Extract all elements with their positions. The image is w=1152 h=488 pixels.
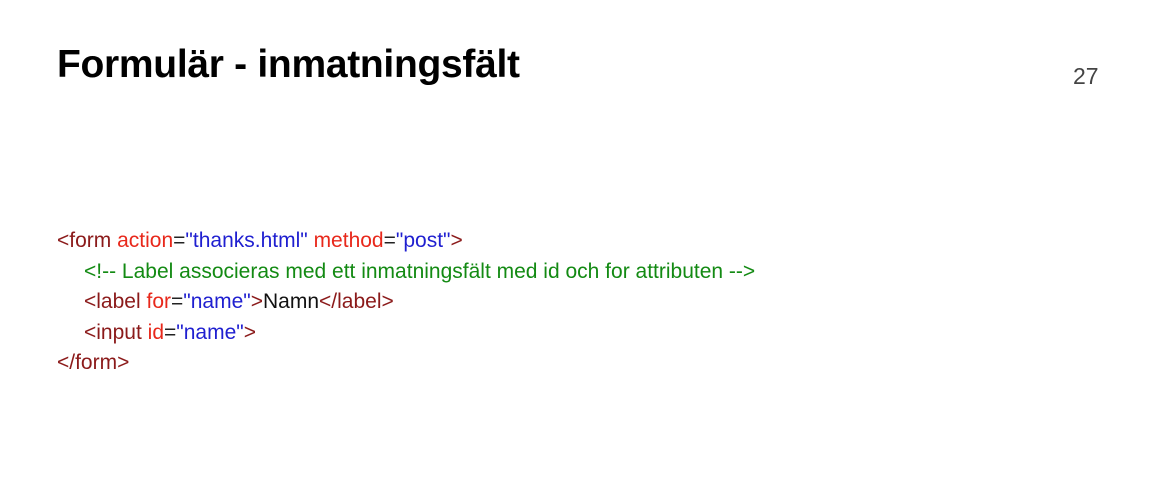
method-attribute: method	[313, 229, 384, 252]
method-value: "post"	[395, 229, 451, 252]
code-line-form-open: <form action="thanks.html" method="post"…	[57, 226, 755, 257]
for-attribute: for	[146, 290, 171, 313]
equals-sign: =	[164, 320, 177, 344]
code-line-comment: <!-- Label associeras med ett inmatnings…	[57, 257, 755, 288]
for-value: "name"	[183, 290, 251, 313]
equals-sign: =	[383, 229, 396, 252]
equals-sign: =	[173, 229, 186, 252]
tag-close-bracket: >	[243, 320, 256, 344]
code-line-input: <input id="name">	[57, 318, 755, 349]
tag-close-bracket: >	[250, 290, 263, 313]
page-number: 27	[1073, 63, 1099, 89]
html-comment: <!-- Label associeras med ett inmatnings…	[84, 259, 756, 283]
action-attribute: action	[117, 229, 174, 252]
form-open-tag: <form	[57, 229, 112, 252]
form-end-tag: </form>	[57, 351, 130, 374]
id-attribute: id	[147, 320, 165, 344]
id-value: "name"	[176, 320, 244, 344]
code-line-form-close: </form>	[57, 348, 755, 379]
label-text: Namn	[262, 290, 320, 313]
tag-close-bracket: >	[450, 229, 463, 252]
action-value: "thanks.html"	[185, 229, 308, 252]
slide-title: Formulär - inmatningsfält	[57, 43, 520, 86]
code-block: <form action="thanks.html" method="post"…	[57, 226, 755, 379]
input-open-tag: <input	[84, 320, 142, 344]
equals-sign: =	[171, 290, 184, 313]
label-open-tag: <label	[84, 290, 141, 313]
label-end-tag: </label>	[319, 290, 394, 313]
code-line-label: <label for="name">Namn</label>	[57, 287, 755, 318]
